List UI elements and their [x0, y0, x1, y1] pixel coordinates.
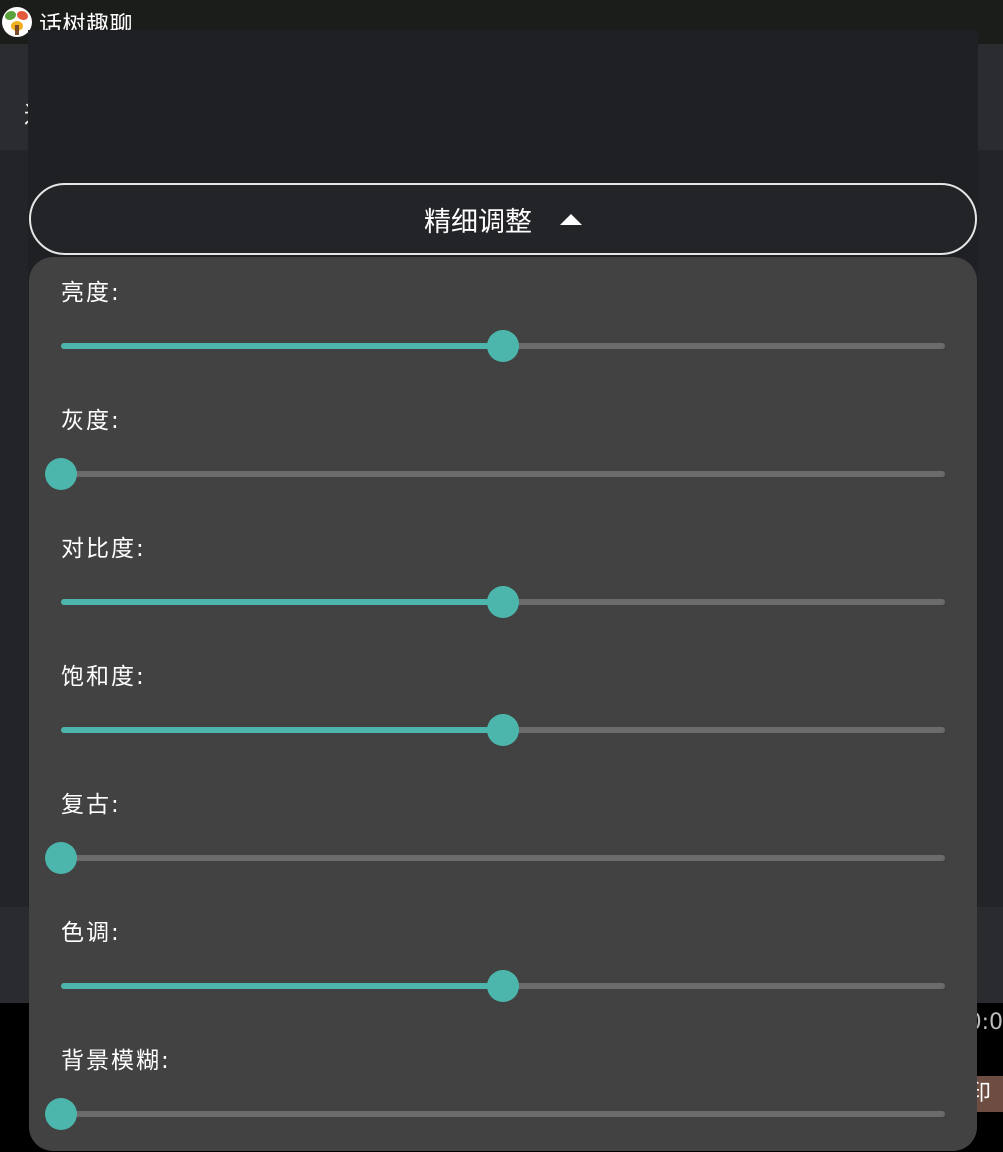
vintage-slider[interactable] [45, 842, 945, 874]
fine-tune-toggle-button[interactable]: 精细调整 [29, 183, 977, 255]
saturation-label: 饱和度: [61, 664, 146, 690]
slider-thumb[interactable] [487, 714, 519, 746]
slider-thumb[interactable] [45, 1098, 77, 1130]
brightness-control: 亮度: [29, 257, 977, 385]
grayscale-slider[interactable] [45, 458, 945, 490]
contrast-slider[interactable] [61, 586, 945, 618]
slider-fill [61, 727, 503, 733]
brightness-slider[interactable] [61, 330, 945, 362]
slider-track [61, 1111, 945, 1117]
contrast-label: 对比度: [61, 536, 146, 562]
slider-fill [61, 983, 503, 989]
caret-up-icon [560, 213, 582, 225]
background-blur-label: 背景模糊: [61, 1048, 171, 1074]
slider-fill [61, 343, 503, 349]
slider-track [61, 471, 945, 477]
grayscale-label: 灰度: [61, 408, 121, 434]
vintage-control: 复古: [29, 769, 977, 897]
slider-fill [61, 599, 503, 605]
background-blur-control: 背景模糊: [29, 1025, 977, 1152]
slider-thumb[interactable] [45, 458, 77, 490]
grayscale-control: 灰度: [29, 385, 977, 513]
contrast-control: 对比度: [29, 513, 977, 641]
app-window: 话树趣聊 返回 预设 音频 贴图 [0, 0, 1003, 1152]
slider-thumb[interactable] [45, 842, 77, 874]
hue-label: 色调: [61, 920, 121, 946]
slider-track [61, 855, 945, 861]
brightness-label: 亮度: [61, 280, 121, 306]
adjustments-panel: 亮度: 灰度: 对比度: 饱和度: 复古: 色调: 背景模糊: [29, 257, 977, 1151]
fine-tune-label: 精细调整 [424, 206, 532, 238]
slider-thumb[interactable] [487, 586, 519, 618]
slider-thumb[interactable] [487, 970, 519, 1002]
background-blur-slider[interactable] [45, 1098, 945, 1130]
hue-slider[interactable] [61, 970, 945, 1002]
vintage-label: 复古: [61, 792, 121, 818]
hue-control: 色调: [29, 897, 977, 1025]
saturation-slider[interactable] [61, 714, 945, 746]
slider-thumb[interactable] [487, 330, 519, 362]
saturation-control: 饱和度: [29, 641, 977, 769]
